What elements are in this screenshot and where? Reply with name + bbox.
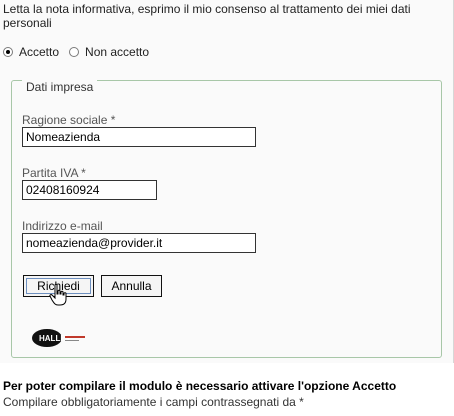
company-name-label: Ragione sociale *: [22, 113, 116, 127]
consent-text: Letta la nota informativa, esprimo il mi…: [3, 2, 411, 30]
consent-notice: Per poter compilare il modulo è necessar…: [3, 379, 397, 393]
decline-radio[interactable]: [69, 47, 80, 57]
email-input[interactable]: [22, 233, 256, 253]
email-label: Indirizzo e-mail: [22, 219, 103, 233]
request-form: Letta la nota informativa, esprimo il mi…: [0, 0, 454, 363]
accept-radio[interactable]: [3, 47, 13, 57]
vat-number-input[interactable]: [22, 180, 157, 200]
halley-logo: HALLEY: [32, 329, 85, 347]
logo-text: HALLEY: [39, 334, 72, 343]
decline-radio-label[interactable]: Non accetto: [85, 45, 149, 59]
cancel-button[interactable]: Annulla: [101, 275, 162, 297]
company-data-legend: Dati impresa: [22, 80, 98, 94]
company-name-input[interactable]: [22, 127, 256, 147]
vat-number-label: Partita IVA *: [22, 166, 86, 180]
accept-radio-label[interactable]: Accetto: [19, 45, 59, 59]
consent-radio-group: Accetto Non accetto: [3, 44, 159, 60]
cancel-button-label: Annulla: [111, 279, 152, 293]
required-fields-hint: Compilare obbligatoriamente i campi cont…: [3, 395, 304, 409]
hand-pointer-icon: [49, 283, 67, 306]
